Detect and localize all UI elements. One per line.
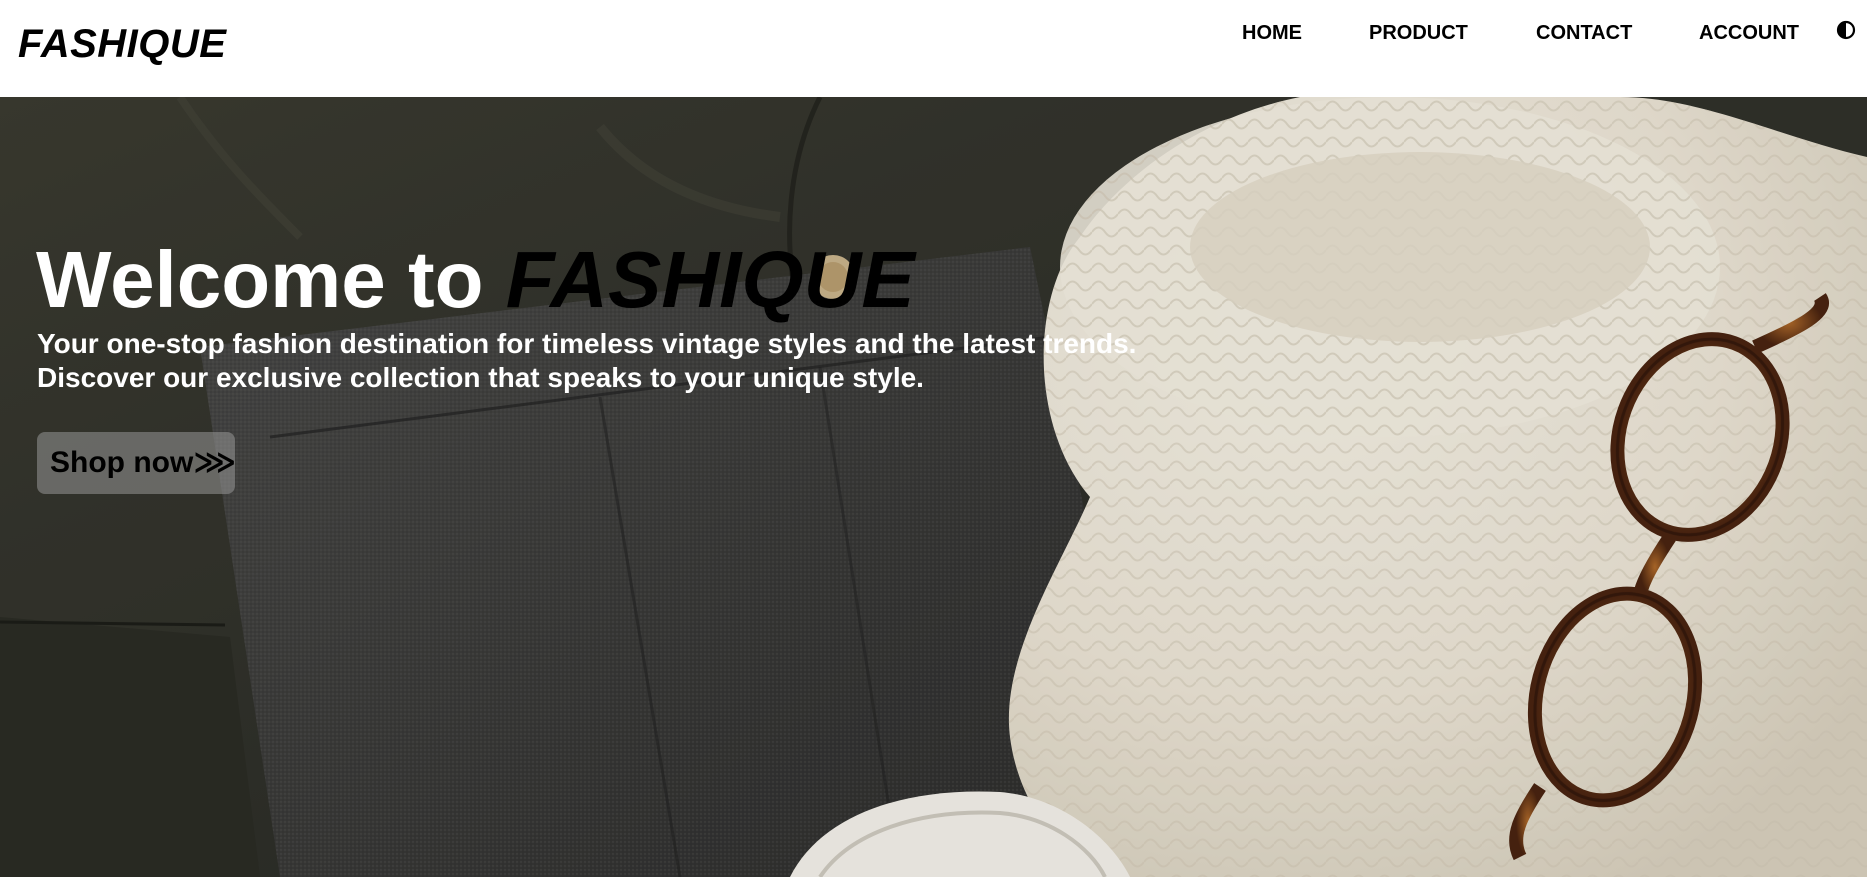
contrast-icon	[1836, 20, 1856, 40]
site-logo[interactable]: FASHIQUE	[18, 22, 226, 66]
hero-heading: Welcome to FASHIQUE	[36, 235, 915, 325]
hero-heading-prefix: Welcome to	[36, 235, 506, 324]
hero-subtitle: Your one-stop fashion destination for ti…	[37, 327, 1136, 395]
hero-heading-brand: FASHIQUE	[505, 235, 915, 324]
nav-account-link[interactable]: ACCOUNT	[1699, 20, 1799, 46]
hero-section: Welcome to FASHIQUE Your one-stop fashio…	[0, 97, 1867, 877]
nav-product-link[interactable]: PRODUCT	[1369, 20, 1468, 46]
shop-now-label: Shop now	[50, 446, 194, 479]
site-header: FASHIQUE HOME PRODUCT CONTACT ACCOUNT	[0, 0, 1867, 97]
nav-home-link[interactable]: HOME	[1242, 20, 1302, 46]
hero-background-image	[0, 97, 1867, 877]
nav-contact-link[interactable]: CONTACT	[1536, 20, 1632, 46]
shop-now-button[interactable]: Shop now⋙	[37, 432, 236, 494]
hero-subtitle-line-1: Your one-stop fashion destination for ti…	[37, 328, 1137, 359]
hero-subtitle-line-2: Discover our exclusive collection that s…	[37, 362, 924, 393]
page: FASHIQUE HOME PRODUCT CONTACT ACCOUNT We…	[0, 0, 1867, 877]
double-chevron-right-icon: ⋙	[193, 446, 236, 479]
theme-toggle-button[interactable]	[1836, 20, 1856, 40]
